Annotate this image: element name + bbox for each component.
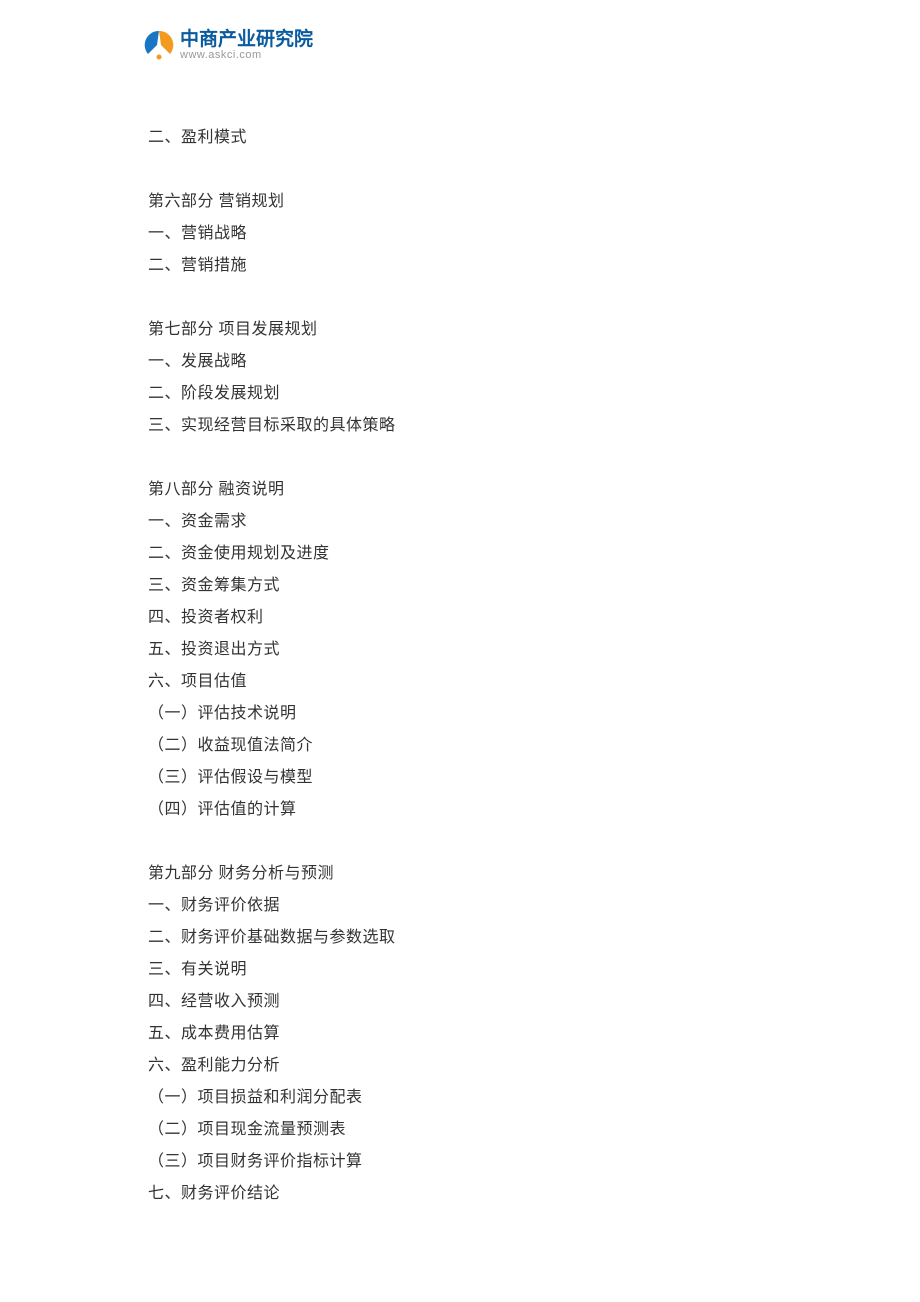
toc-item: 二、资金使用规划及进度 <box>148 538 768 570</box>
toc-item: 一、财务评价依据 <box>148 890 768 922</box>
toc-section-title: 第六部分 营销规划 <box>148 186 768 218</box>
toc-item: 二、阶段发展规划 <box>148 378 768 410</box>
toc-item: （三）评估假设与模型 <box>148 762 768 794</box>
toc-item: 七、财务评价结论 <box>148 1178 768 1210</box>
page-header: 中商产业研究院 www.askci.com <box>142 28 313 62</box>
logo-company-name: 中商产业研究院 <box>180 30 313 49</box>
toc-item: （四）评估值的计算 <box>148 794 768 826</box>
toc-section-title: 第八部分 融资说明 <box>148 474 768 506</box>
toc-item: 四、经营收入预测 <box>148 986 768 1018</box>
toc-item: 三、资金筹集方式 <box>148 570 768 602</box>
toc-section-title: 第七部分 项目发展规划 <box>148 314 768 346</box>
toc-item: 六、盈利能力分析 <box>148 1050 768 1082</box>
toc-item: （一）评估技术说明 <box>148 698 768 730</box>
toc-item: 五、成本费用估算 <box>148 1018 768 1050</box>
toc-item: （三）项目财务评价指标计算 <box>148 1146 768 1178</box>
toc-item: 一、发展战略 <box>148 346 768 378</box>
toc-section-title: 第九部分 财务分析与预测 <box>148 858 768 890</box>
toc-item: 一、营销战略 <box>148 218 768 250</box>
document-body: 二、盈利模式 第六部分 营销规划 一、营销战略 二、营销措施 第七部分 项目发展… <box>148 122 768 1210</box>
logo-text: 中商产业研究院 www.askci.com <box>180 30 313 61</box>
toc-item: （二）项目现金流量预测表 <box>148 1114 768 1146</box>
company-logo-icon <box>142 28 176 62</box>
toc-item: （二）收益现值法简介 <box>148 730 768 762</box>
toc-item: 四、投资者权利 <box>148 602 768 634</box>
toc-item: 三、实现经营目标采取的具体策略 <box>148 410 768 442</box>
toc-item: （一）项目损益和利润分配表 <box>148 1082 768 1114</box>
toc-item: 五、投资退出方式 <box>148 634 768 666</box>
toc-item: 二、财务评价基础数据与参数选取 <box>148 922 768 954</box>
toc-item: 三、有关说明 <box>148 954 768 986</box>
toc-item: 二、盈利模式 <box>148 122 768 154</box>
toc-item: 二、营销措施 <box>148 250 768 282</box>
logo-website-url: www.askci.com <box>180 50 313 61</box>
toc-item: 一、资金需求 <box>148 506 768 538</box>
toc-item: 六、项目估值 <box>148 666 768 698</box>
